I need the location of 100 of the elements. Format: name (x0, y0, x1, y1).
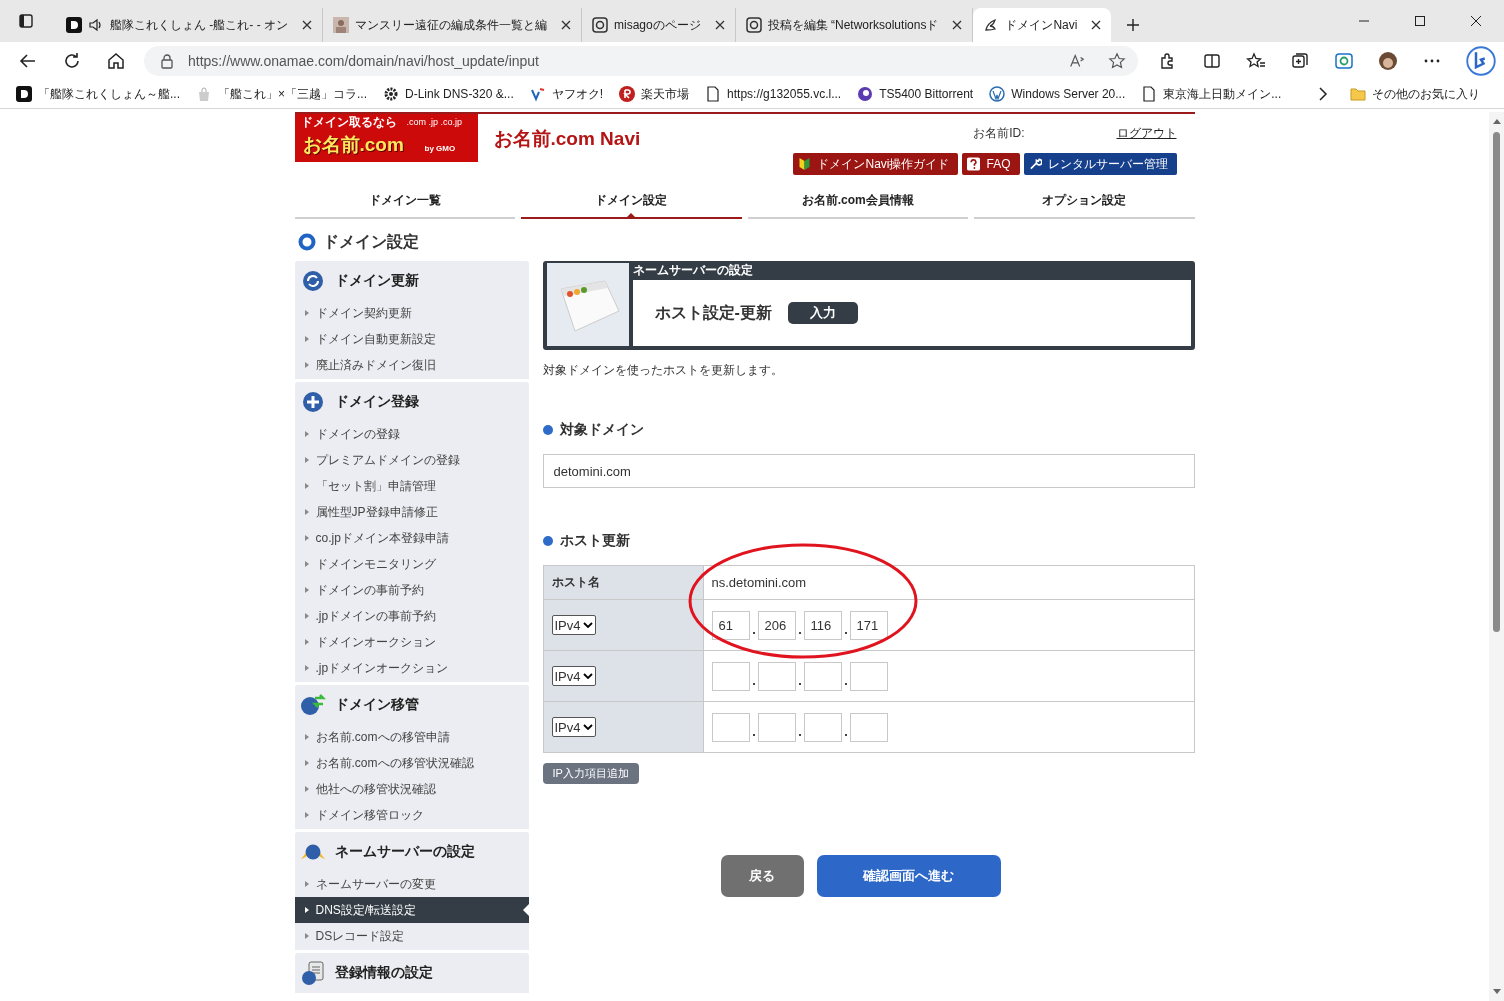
ip-type-select[interactable]: IPv4 (551, 615, 596, 635)
collections-icon[interactable] (1290, 51, 1310, 71)
scroll-down-icon[interactable] (1492, 989, 1501, 995)
sidebar-link[interactable]: 「セット割」申請管理 (294, 473, 529, 499)
octet-field[interactable]: 206 (757, 610, 796, 640)
tab-actions-icon[interactable] (18, 13, 34, 29)
address-bar[interactable]: https://www.onamae.com/domain/navi/host_update/input (144, 46, 1138, 76)
triangle-icon (304, 812, 309, 818)
nav-tab[interactable]: オプション設定 (974, 184, 1195, 219)
bookmark-link[interactable]: Windows Server 20... (989, 86, 1126, 102)
close-icon[interactable] (1091, 20, 1102, 30)
nav-tab[interactable]: ドメイン設定 (521, 184, 742, 219)
scrollbar[interactable] (1489, 112, 1504, 1001)
close-icon[interactable] (952, 20, 963, 30)
ip-type-select[interactable]: IPv4 (551, 717, 596, 737)
refresh-icon[interactable] (62, 51, 82, 71)
octet-field[interactable] (803, 661, 842, 691)
sidebar-link[interactable]: .jpドメインオークション (294, 655, 529, 681)
close-icon[interactable] (1470, 15, 1482, 27)
scrollbar-thumb[interactable] (1493, 132, 1500, 632)
sidebar-link[interactable]: DNS設定/転送設定 (294, 897, 529, 923)
bookmark-link[interactable]: D-Link DNS-320 &... (383, 86, 514, 102)
section-title: ドメイン登録 (334, 392, 419, 411)
octet-field[interactable] (711, 661, 750, 691)
chat-assistant-icon[interactable] (1466, 46, 1496, 76)
sidebar-link[interactable]: お名前.comへの移管申請 (294, 724, 529, 750)
sidebar-link[interactable]: ネームサーバーの変更 (294, 871, 529, 897)
description-text: 対象ドメインを使ったホストを更新します。 (542, 362, 784, 379)
octet-field[interactable]: 61 (711, 610, 750, 640)
bookmark-link[interactable]: 東京海上日動メイン... (1141, 85, 1282, 103)
bookmark-link[interactable]: 「艦これ」×「三越」コラ... (196, 85, 368, 103)
bookmark-link[interactable]: 「艦隊これくしょん～艦... (16, 85, 180, 103)
triangle-icon (304, 362, 309, 368)
bookmark-link[interactable]: TS5400 Bittorrent (857, 86, 974, 102)
favorites-icon[interactable] (1246, 51, 1266, 71)
section-heading: ホスト更新 (559, 532, 630, 550)
logout-link[interactable]: ログアウト (1116, 125, 1177, 142)
sidebar-link[interactable]: ドメイン自動更新設定 (294, 326, 529, 352)
home-icon[interactable] (106, 51, 126, 71)
sidebar-link[interactable]: ドメインオークション (294, 629, 529, 655)
domain-field: detomini.com (542, 454, 1195, 488)
sidebar-link[interactable]: 他社への移管状況確認 (294, 776, 529, 802)
sidebar-link[interactable]: DSレコード設定 (294, 923, 529, 949)
octet-field[interactable] (849, 712, 888, 742)
header-button[interactable]: FAQ (962, 153, 1020, 175)
star-icon[interactable] (1108, 52, 1126, 70)
chevron-right-icon[interactable] (1318, 87, 1328, 101)
maximize-icon[interactable] (1414, 15, 1426, 27)
nav-tab[interactable]: ドメイン一覧 (294, 184, 515, 219)
sidebar-link[interactable]: ドメインモニタリング (294, 551, 529, 577)
nav-tab[interactable]: お名前.com会員情報 (747, 184, 968, 219)
sidebar-link[interactable]: ドメインの事前予約 (294, 577, 529, 603)
site-thumbnail-icon (333, 17, 349, 33)
octet-field[interactable]: 171 (849, 610, 888, 640)
sidebar-link[interactable]: .jpドメインの事前予約 (294, 603, 529, 629)
confirm-button[interactable]: 確認画面へ進む (816, 855, 1001, 897)
bookmark-link[interactable]: https://g132055.vc.l... (705, 86, 842, 102)
bookmark-folder[interactable]: その他のお気に入り (1350, 85, 1480, 103)
browser-tab[interactable]: ドメインNavi (973, 8, 1112, 42)
header-button[interactable]: ドメインNavi操作ガイド (793, 153, 959, 175)
sidebar-link[interactable]: ドメインの登録 (294, 421, 529, 447)
avatar-icon[interactable] (1378, 51, 1398, 71)
folder-icon (1350, 86, 1366, 102)
bookmark-link[interactable]: 楽天市場 (619, 85, 690, 103)
gear-icon (383, 86, 400, 102)
octet-field[interactable] (757, 661, 796, 691)
panel-title: ホスト設定-更新 (654, 302, 772, 323)
triangle-icon (304, 786, 309, 792)
close-icon[interactable] (714, 20, 725, 30)
table-header-cell: ホスト名 (543, 565, 703, 600)
back-button[interactable]: 戻る (720, 855, 804, 897)
sidebar-link[interactable]: プレミアムドメインの登録 (294, 447, 529, 473)
header-button[interactable]: レンタルサーバー管理 (1023, 153, 1177, 175)
sidebar-link[interactable]: 属性型JP登録申請修正 (294, 499, 529, 525)
octet-field[interactable] (711, 712, 750, 742)
new-tab-icon[interactable] (1125, 17, 1142, 33)
sidebar-link[interactable]: co.jpドメイン本登録申請 (294, 525, 529, 551)
close-icon[interactable] (561, 20, 571, 30)
site-logo-icon (989, 86, 1006, 102)
bookmark-link[interactable]: ヤフオク! (529, 85, 604, 103)
url-text: https://www.onamae.com/domain/navi/host_update/input (188, 53, 539, 69)
browser-essentials-icon[interactable] (1334, 51, 1354, 71)
octet-field[interactable] (849, 661, 888, 691)
site-logo[interactable]: ドメイン取るなら .com .jp .co.jp お名前.com by GMO (294, 114, 478, 162)
scroll-up-icon[interactable] (1492, 118, 1501, 124)
octet-field[interactable] (757, 712, 796, 742)
sidebar-link[interactable]: ドメイン契約更新 (294, 300, 529, 326)
octet-field[interactable]: 116 (803, 610, 842, 640)
site-logo-icon (745, 17, 762, 33)
sidebar-link[interactable]: お名前.comへの移管状況確認 (294, 750, 529, 776)
split-screen-icon[interactable] (1202, 51, 1222, 71)
add-ip-button[interactable]: IP入力項目追加 (542, 763, 639, 784)
ip-type-select[interactable]: IPv4 (551, 666, 596, 686)
speaker-icon[interactable] (88, 17, 104, 33)
sidebar-link[interactable]: 廃止済みドメイン復旧 (294, 352, 529, 378)
sidebar-link[interactable]: ドメイン移管ロック (294, 802, 529, 828)
octet-field[interactable] (803, 712, 842, 742)
close-icon[interactable] (302, 20, 312, 30)
tab-title: 艦隊これくしょん -艦これ- - オン (110, 16, 288, 34)
triangle-icon (304, 734, 309, 740)
